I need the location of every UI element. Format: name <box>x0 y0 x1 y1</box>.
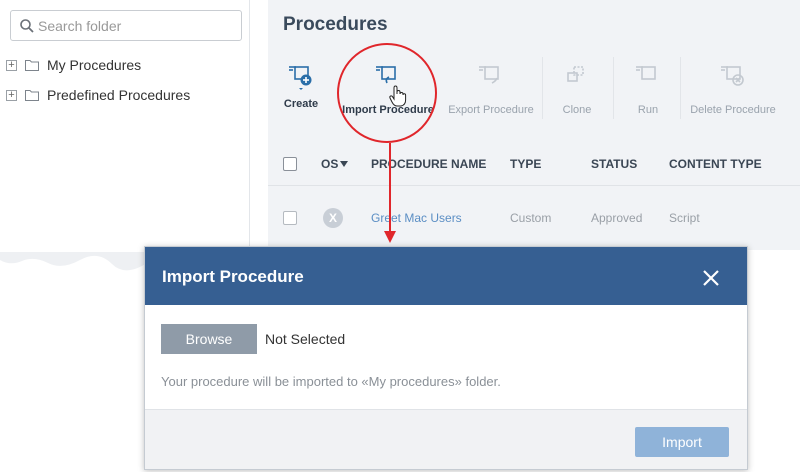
column-header-type[interactable]: TYPE <box>510 157 541 171</box>
column-header-content-type[interactable]: CONTENT TYPE <box>669 157 762 171</box>
screenshot-stage: + My Procedures + Predefined Procedures … <box>0 0 800 472</box>
column-header-os[interactable]: OS <box>321 157 338 171</box>
dialog-footer: Import <box>145 409 747 469</box>
create-icon <box>289 66 312 90</box>
import-hint: Your procedure will be imported to «My p… <box>161 374 501 389</box>
expand-icon[interactable]: + <box>6 59 17 71</box>
table-row[interactable]: X Greet Mac Users Custom Approved Script <box>268 190 800 245</box>
close-icon[interactable] <box>702 269 720 287</box>
clone-icon <box>567 66 584 82</box>
row-checkbox[interactable] <box>283 211 297 225</box>
dialog-header: Import Procedure <box>145 247 747 305</box>
clone-label: Clone <box>562 104 592 116</box>
delete-icon <box>721 66 744 86</box>
browse-button[interactable]: Browse <box>161 324 257 354</box>
create-button[interactable]: Create <box>278 55 324 125</box>
import-button[interactable]: Import <box>635 427 729 457</box>
tree-item-predefined-procedures[interactable]: + Predefined Procedures <box>6 85 190 105</box>
search-icon <box>20 19 34 33</box>
folder-icon <box>25 90 39 101</box>
search-input[interactable] <box>38 16 238 36</box>
run-label: Run <box>637 104 659 116</box>
import-procedure-dialog: Import Procedure Browse Not Selected You… <box>144 246 748 470</box>
procedure-status: Approved <box>591 211 643 225</box>
file-status: Not Selected <box>265 331 346 347</box>
os-mac-icon: X <box>323 208 343 228</box>
folder-panel: + My Procedures + Predefined Procedures <box>0 0 250 262</box>
column-header-status[interactable]: STATUS <box>591 157 637 171</box>
highlight-circle <box>337 43 437 143</box>
tree-item-my-procedures[interactable]: + My Procedures <box>6 55 141 75</box>
export-procedure-label: Export Procedure <box>448 104 534 116</box>
dialog-title: Import Procedure <box>162 267 304 286</box>
toolbar-separator <box>542 57 543 119</box>
toolbar-separator <box>613 57 614 119</box>
export-procedure-button[interactable]: Export Procedure <box>446 55 536 125</box>
clone-button[interactable]: Clone <box>556 55 598 125</box>
run-icon <box>636 66 656 80</box>
highlight-arrow <box>384 143 396 243</box>
select-all-checkbox[interactable] <box>283 157 297 171</box>
table-header: OS PROCEDURE NAME TYPE STATUS CONTENT TY… <box>268 140 800 186</box>
hand-cursor-icon <box>389 85 407 107</box>
procedure-content-type: Script <box>669 211 700 225</box>
folder-icon <box>25 60 39 71</box>
create-label: Create <box>283 98 319 110</box>
procedure-type: Custom <box>510 211 552 225</box>
delete-procedure-button[interactable]: Delete Procedure <box>688 55 778 125</box>
tree-item-label: Predefined Procedures <box>47 87 191 103</box>
tree-item-label: My Procedures <box>47 57 142 73</box>
expand-icon[interactable]: + <box>6 89 17 101</box>
run-button[interactable]: Run <box>630 55 666 125</box>
toolbar-separator <box>680 57 681 119</box>
delete-procedure-label: Delete Procedure <box>690 104 776 116</box>
search-box[interactable] <box>10 10 242 41</box>
sort-down-icon <box>340 161 348 167</box>
page-title: Procedures <box>283 14 388 35</box>
export-icon <box>479 66 499 84</box>
